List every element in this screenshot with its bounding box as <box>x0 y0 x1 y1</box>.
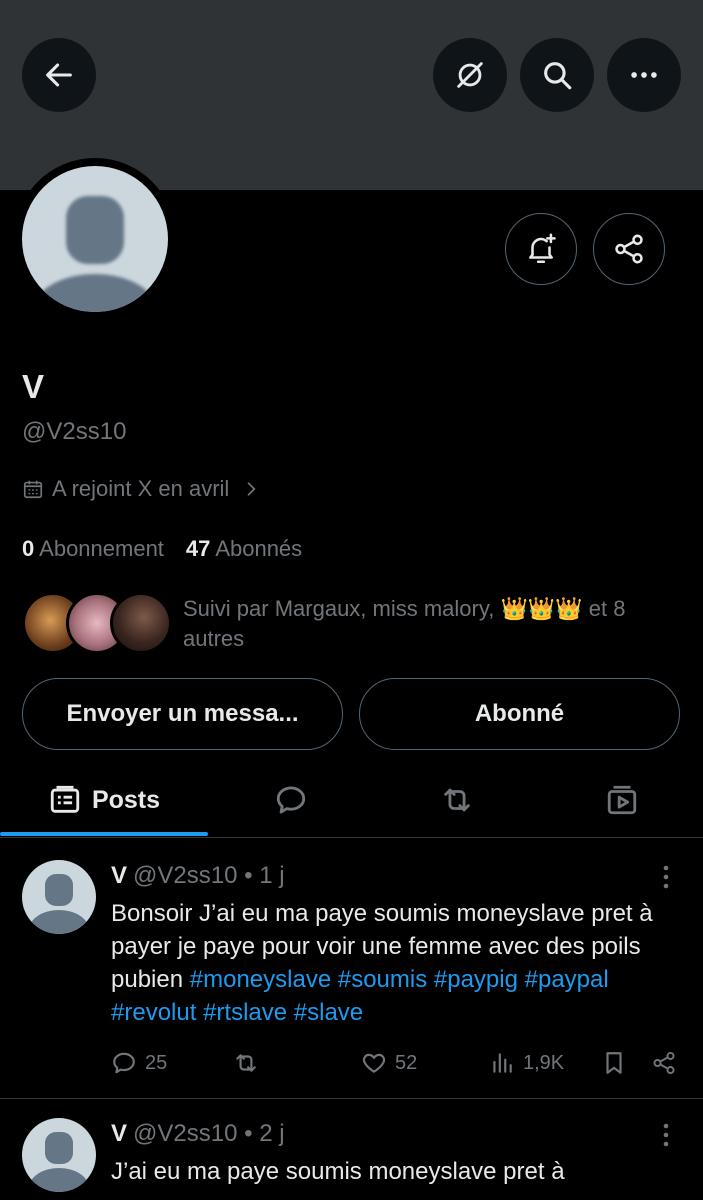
profile-handle: @V2ss10 <box>22 418 127 445</box>
share-post-button[interactable] <box>651 1046 677 1080</box>
more-horizontal-icon <box>631 72 657 78</box>
post-time[interactable]: 1 j <box>259 862 284 889</box>
bell-plus-icon <box>529 233 556 264</box>
repost-icon <box>444 788 470 812</box>
post-meta: V @V2ss10 • 1 j <box>111 862 285 890</box>
following-label: Abonnement <box>39 536 164 561</box>
bookmark-icon <box>606 1052 622 1074</box>
calendar-icon <box>23 480 43 499</box>
default-avatar-icon <box>22 166 168 312</box>
post-author-name[interactable]: V <box>111 862 127 889</box>
send-message-button[interactable]: Envoyer un messa... <box>22 678 343 750</box>
reply-icon <box>276 786 306 814</box>
follower-avatar <box>110 592 172 654</box>
posts-icon <box>50 785 80 813</box>
joined-text: A rejoint X en avril <box>52 476 230 501</box>
media-icon <box>607 785 636 815</box>
hashtag[interactable]: #paypal <box>525 966 609 993</box>
search-button[interactable] <box>520 38 594 112</box>
repost-icon <box>236 1054 256 1072</box>
share-icon <box>653 1051 675 1075</box>
hashtag[interactable]: #soumis <box>338 966 427 993</box>
tab-posts-label: Posts <box>91 785 161 814</box>
post-meta: V @V2ss10 • 2 j <box>111 1120 285 1148</box>
heart-icon <box>362 1053 386 1073</box>
reply-count: 25 <box>145 1051 168 1074</box>
profile-tabs: Posts <box>0 762 703 838</box>
views-button[interactable]: 1,9K <box>489 1046 564 1080</box>
post-separator: • <box>244 862 253 889</box>
tab-reposts[interactable] <box>374 762 540 838</box>
share-profile-button[interactable] <box>593 213 665 285</box>
post-time[interactable]: 2 j <box>259 1120 284 1147</box>
post-author-handle[interactable]: @V2ss10 <box>133 1120 237 1147</box>
like-count: 52 <box>395 1051 418 1074</box>
post-actions: 25 52 1,9K <box>111 1046 691 1080</box>
grok-button[interactable] <box>433 38 507 112</box>
analytics-icon <box>493 1053 512 1073</box>
post-author-avatar[interactable] <box>22 1118 96 1192</box>
hashtag[interactable]: #moneyslave <box>190 966 331 993</box>
hashtag[interactable]: #paypig <box>434 966 518 993</box>
chevron-right-icon <box>247 482 256 496</box>
hashtag[interactable]: #slave <box>294 999 363 1026</box>
bookmark-button[interactable] <box>601 1046 627 1080</box>
post-text: J’ai eu ma paye soumis moneyslave pret à <box>111 1158 565 1185</box>
like-button[interactable]: 52 <box>361 1046 417 1080</box>
tab-media[interactable] <box>540 762 703 838</box>
followers-label: Abonnés <box>215 536 303 561</box>
crown-emoji: 👑👑👑 <box>500 596 583 621</box>
follow-stats: 0 Abonnement 47 Abonnés <box>22 536 302 562</box>
reply-button[interactable]: 25 <box>111 1046 167 1080</box>
more-vertical-icon[interactable] <box>655 1120 677 1150</box>
subscribed-button[interactable]: Abonné <box>359 678 680 750</box>
back-button[interactable] <box>22 38 96 112</box>
post-separator: • <box>244 1120 253 1147</box>
post-divider <box>0 1098 703 1099</box>
followed-by[interactable]: Suivi par Margaux, miss malory, 👑👑👑 et 8… <box>22 588 682 658</box>
followed-by-prefix: Suivi par Margaux, miss malory, <box>183 596 495 621</box>
notifications-button[interactable] <box>505 213 577 285</box>
grok-icon <box>457 62 483 88</box>
following-count: 0 <box>22 536 35 561</box>
active-tab-indicator <box>0 832 208 836</box>
post-author-avatar[interactable] <box>22 860 96 934</box>
followers-count: 47 <box>185 536 211 561</box>
reply-icon <box>113 1052 135 1074</box>
joined-date[interactable]: A rejoint X en avril <box>22 476 261 502</box>
tab-posts[interactable]: Posts <box>0 762 208 838</box>
view-count: 1,9K <box>523 1051 565 1074</box>
followers-you-know-avatars <box>22 592 172 654</box>
display-name: V <box>22 368 45 405</box>
tab-replies[interactable] <box>208 762 374 838</box>
profile-avatar[interactable] <box>14 158 176 320</box>
hashtag[interactable]: #rtslave <box>203 999 287 1026</box>
followed-by-text: Suivi par Margaux, miss malory, 👑👑👑 et 8… <box>183 594 683 654</box>
post-author-handle[interactable]: @V2ss10 <box>133 862 237 889</box>
following-link[interactable]: 0 Abonnement <box>22 536 164 562</box>
followers-link[interactable]: 47 Abonnés <box>186 536 302 562</box>
more-button[interactable] <box>607 38 681 112</box>
post-text: Bonsoir J’ai eu ma paye soumis moneyslav… <box>111 897 691 1029</box>
post-author-name[interactable]: V <box>111 1120 127 1147</box>
repost-button[interactable] <box>233 1046 259 1080</box>
search-icon <box>544 62 572 90</box>
arrow-left-icon <box>46 63 72 87</box>
share-icon <box>615 234 643 264</box>
hashtag[interactable]: #revolut <box>111 999 196 1026</box>
more-vertical-icon[interactable] <box>655 862 677 892</box>
